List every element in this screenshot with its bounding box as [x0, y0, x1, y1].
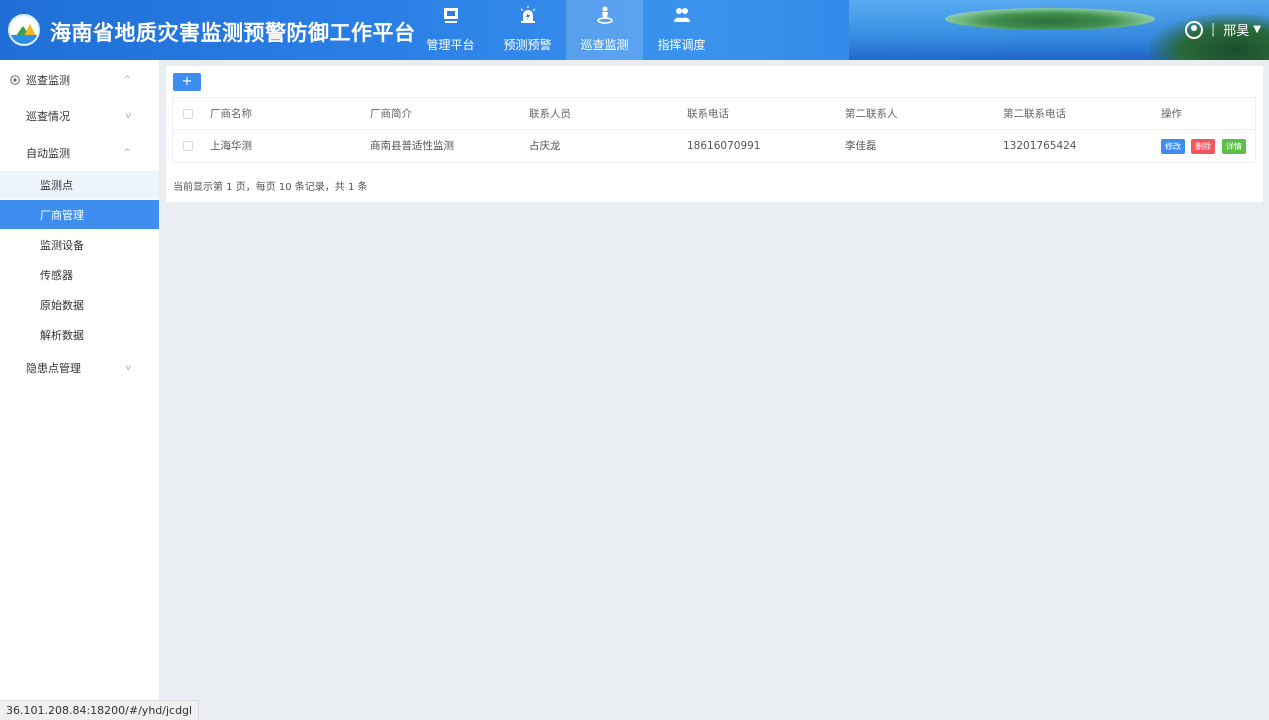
- row-checkbox[interactable]: [183, 141, 193, 151]
- user-separator: |: [1210, 22, 1216, 37]
- chevron-up-icon: ^: [123, 75, 131, 85]
- sidebar: 巡查监测 ^ 巡查情况 v 自动监测 ^ 监测点 厂商管理 监测设备 传感器 原…: [0, 60, 159, 720]
- nav-item-command[interactable]: 指挥调度: [643, 0, 720, 60]
- select-all-checkbox[interactable]: [183, 109, 193, 119]
- sidebar-item-monitoring-point[interactable]: 监测点: [0, 171, 159, 199]
- nav-label: 管理平台: [426, 38, 475, 52]
- sidebar-item-label: 监测点: [40, 179, 73, 192]
- user-avatar-icon: [1184, 20, 1203, 39]
- sidebar-item-label: 解析数据: [40, 329, 84, 342]
- chevron-down-icon: v: [125, 111, 131, 121]
- column-header-vendor-name: 厂商名称: [210, 108, 252, 120]
- column-header-contact: 联系人员: [529, 108, 571, 120]
- browser-status-url: 36.101.208.84:18200/#/yhd/jcdgl: [0, 700, 200, 720]
- sidebar-item-monitoring-device[interactable]: 监测设备: [0, 231, 159, 259]
- sidebar-item-hazard-management[interactable]: 隐患点管理 v: [0, 352, 159, 384]
- user-menu[interactable]: | 邢昊 ▼: [1184, 20, 1261, 39]
- top-header: 海南省地质灾害监测预警防御工作平台 管理平台 预测预警 巡查监测 指挥调度 | …: [0, 0, 1269, 60]
- column-header-phone: 联系电话: [687, 108, 729, 120]
- nav-item-management[interactable]: 管理平台: [412, 0, 489, 60]
- sidebar-item-vendor-management[interactable]: 厂商管理: [0, 200, 159, 229]
- alarm-light-icon: [520, 6, 535, 23]
- chevron-up-icon: ^: [123, 148, 131, 158]
- table-row: 上海华测 商南县普适性监测 占庆龙 18616070991 李佳磊 132017…: [173, 130, 1255, 162]
- sidebar-item-raw-data[interactable]: 原始数据: [0, 291, 159, 319]
- cell-vendor-intro: 商南县普适性监测: [370, 140, 454, 152]
- vendor-panel: + 厂商名称 厂商简介 联系人员 联系电话 第二联系人 第二联系电话 操作 上海…: [166, 66, 1263, 202]
- add-button[interactable]: +: [173, 73, 201, 91]
- compass-icon: [10, 75, 20, 85]
- header-island-decoration: [945, 8, 1155, 30]
- pagination-info: 当前显示第 1 页，每页 10 条记录，共 1 条: [173, 182, 368, 193]
- sidebar-item-label: 自动监测: [26, 147, 70, 160]
- nav-label: 指挥调度: [657, 38, 706, 52]
- chevron-down-icon: v: [125, 363, 131, 373]
- sidebar-item-label: 原始数据: [40, 299, 84, 312]
- sidebar-item-label: 巡查监测: [26, 74, 70, 87]
- sidebar-item-label: 巡查情况: [26, 110, 70, 123]
- cell-second-contact: 李佳磊: [845, 140, 877, 152]
- sidebar-item-parsed-data[interactable]: 解析数据: [0, 321, 159, 349]
- sidebar-item-label: 监测设备: [40, 239, 84, 252]
- cell-vendor-name: 上海华测: [210, 140, 252, 152]
- sidebar-item-patrol-monitoring[interactable]: 巡查监测 ^: [0, 64, 159, 96]
- app-title: 海南省地质灾害监测预警防御工作平台: [50, 21, 416, 45]
- user-name: 邢昊: [1223, 24, 1250, 39]
- top-nav: 管理平台 预测预警 巡查监测 指挥调度: [412, 0, 720, 60]
- column-header-second-phone: 第二联系电话: [1003, 108, 1066, 120]
- nav-label: 预测预警: [503, 38, 552, 52]
- edit-button[interactable]: 修改: [1161, 139, 1185, 154]
- cell-phone: 18616070991: [687, 140, 761, 152]
- monitor-icon: [443, 8, 458, 23]
- caret-down-icon: ▼: [1253, 24, 1261, 35]
- sidebar-item-label: 传感器: [40, 269, 73, 282]
- group-icon: [673, 8, 690, 22]
- table-header-row: 厂商名称 厂商简介 联系人员 联系电话 第二联系人 第二联系电话 操作: [173, 98, 1255, 130]
- nav-label: 巡查监测: [580, 38, 629, 52]
- nav-item-forecast[interactable]: 预测预警: [489, 0, 566, 60]
- column-header-actions: 操作: [1161, 108, 1182, 120]
- cell-second-phone: 13201765424: [1003, 140, 1077, 152]
- app-logo-icon: [8, 14, 40, 46]
- vendor-table: 厂商名称 厂商简介 联系人员 联系电话 第二联系人 第二联系电话 操作 上海华测…: [172, 97, 1256, 163]
- cell-contact: 占庆龙: [529, 140, 561, 152]
- nav-item-patrol[interactable]: 巡查监测: [566, 0, 643, 60]
- column-header-second-contact: 第二联系人: [845, 108, 898, 120]
- column-header-vendor-intro: 厂商简介: [370, 108, 412, 120]
- sidebar-item-label: 厂商管理: [40, 208, 84, 222]
- patrol-person-icon: [596, 6, 613, 24]
- sidebar-item-label: 隐患点管理: [26, 362, 81, 375]
- delete-button[interactable]: 删除: [1191, 139, 1215, 154]
- sidebar-item-sensor[interactable]: 传感器: [0, 261, 159, 289]
- detail-button[interactable]: 详情: [1222, 139, 1246, 154]
- sidebar-item-patrol-status[interactable]: 巡查情况 v: [0, 100, 159, 132]
- sidebar-item-auto-monitoring[interactable]: 自动监测 ^: [0, 137, 159, 169]
